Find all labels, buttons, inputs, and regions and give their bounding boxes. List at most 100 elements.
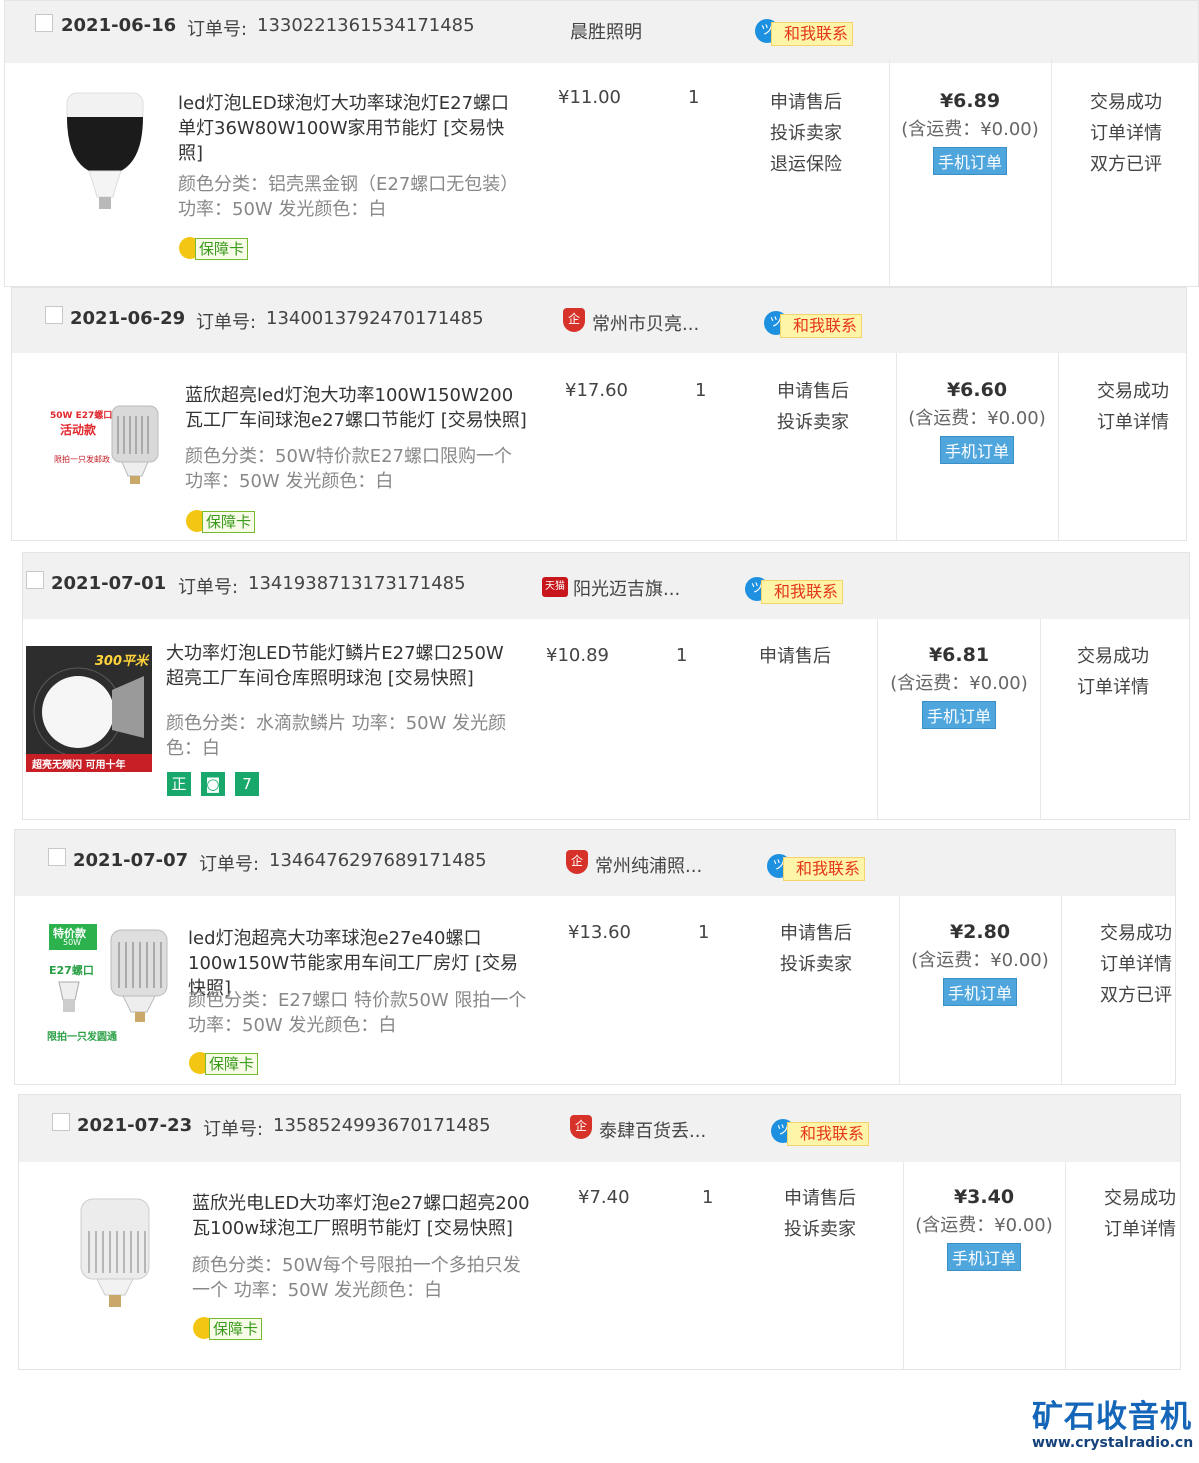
shop-name-link[interactable]: 常州市贝亮...: [592, 310, 699, 336]
order-checkbox[interactable]: [26, 571, 44, 589]
product-thumbnail[interactable]: [75, 1195, 155, 1315]
order-number-label: 订单号:: [203, 1119, 264, 1140]
seven-day-return-icon[interactable]: 7: [235, 772, 259, 796]
guarantee-badge[interactable]: 保障卡: [189, 1052, 273, 1075]
status-text: 交易成功: [1100, 923, 1172, 944]
total-amount: ¥2.80: [949, 921, 1011, 943]
mobile-order-tag: 手机订单: [921, 701, 996, 729]
shipping-fee: (含运费：¥0.00): [908, 408, 1046, 429]
order-details-link[interactable]: 订单详情: [1090, 118, 1162, 149]
guarantee-badge[interactable]: 保障卡: [186, 510, 270, 533]
product-attributes: 颜色分类：铝壳黑金钢（E27螺口无包装） 功率：50W 发光颜色：白: [178, 174, 519, 220]
column-divider: [1051, 59, 1052, 286]
order-checkbox[interactable]: [52, 1113, 70, 1131]
status-text: 交易成功: [1097, 381, 1169, 402]
status-text: 交易成功: [1090, 92, 1162, 113]
order-header: 2021-07-07 订单号: 1346476297689171485 企 常州…: [15, 830, 1175, 896]
product-attributes: 颜色分类：50W每个号限拍一个多拍只发一个 功率：50W 发光颜色：白: [192, 1255, 521, 1301]
order-total: ¥6.60 (含运费：¥0.00) 手机订单: [897, 376, 1057, 464]
order-date: 2021-06-16: [61, 15, 177, 36]
product-attributes: 颜色分类：水滴款鳞片 功率：50W 发光颜色：白: [166, 713, 507, 759]
order-details-link[interactable]: 订单详情: [1104, 1214, 1176, 1245]
review-status: 双方已评: [1100, 985, 1172, 1006]
apply-after-sales-link[interactable]: 申请售后: [770, 87, 842, 118]
thumb-caption: 50W E27螺口: [50, 411, 113, 421]
shop-name-link[interactable]: 阳光迈吉旗...: [573, 575, 680, 601]
warranty-badge-icon[interactable]: ◙: [201, 772, 225, 796]
complain-seller-link[interactable]: 投诉卖家: [780, 949, 852, 980]
site-watermark: 矿石收音机 www.crystalradio.cn: [1032, 1400, 1194, 1452]
apply-after-sales-link[interactable]: 申请售后: [759, 641, 831, 672]
product-thumbnail[interactable]: 50W E27螺口 活动款 限拍一只发邮政: [50, 396, 170, 496]
product-thumbnail[interactable]: 特价款 50W E27螺口 限拍一只发圆通: [45, 922, 175, 1048]
order-checkbox[interactable]: [45, 306, 63, 324]
order-card: 2021-07-07 订单号: 1346476297689171485 企 常州…: [14, 829, 1176, 1085]
thumb-caption: 限拍一只发邮政: [54, 455, 110, 464]
enterprise-shop-icon: 企: [566, 850, 588, 874]
complain-seller-link[interactable]: 投诉卖家: [770, 118, 842, 149]
product-title-link[interactable]: 大功率灯泡LED节能灯鳞片E27螺口250W超亮工厂车间仓库照明球泡 [交易快照…: [166, 641, 511, 691]
shipping-fee: (含运费：¥0.00): [890, 673, 1028, 694]
shipping-fee: (含运费：¥0.00): [911, 950, 1049, 971]
shop-name-link[interactable]: 晨胜照明: [570, 18, 642, 44]
thumb-caption: E27螺口: [49, 964, 94, 977]
total-amount: ¥6.60: [946, 379, 1008, 401]
unit-price: ¥10.89: [546, 645, 609, 666]
order-header: 2021-07-01 订单号: 1341938713173171485 天猫 阳…: [23, 553, 1189, 619]
mobile-order-tag: 手机订单: [942, 978, 1017, 1006]
order-details-link[interactable]: 订单详情: [1100, 949, 1172, 980]
guarantee-badge[interactable]: 保障卡: [193, 1317, 277, 1340]
order-status: 交易成功 订单详情: [1097, 376, 1169, 438]
column-divider: [1058, 353, 1059, 540]
after-sales-links: 申请售后: [759, 641, 831, 672]
total-amount: ¥3.40: [953, 1186, 1015, 1208]
thumb-caption: 活动款: [60, 423, 97, 437]
complain-seller-link[interactable]: 投诉卖家: [777, 407, 849, 438]
quantity: 1: [688, 87, 700, 108]
shipping-fee: (含运费：¥0.00): [901, 119, 1039, 140]
contact-label: 和我联系: [780, 314, 863, 338]
column-divider: [1065, 1162, 1066, 1369]
order-checkbox[interactable]: [35, 14, 53, 32]
service-badges: 正 ◙ 7: [167, 772, 269, 796]
order-details-link[interactable]: 订单详情: [1077, 672, 1149, 703]
genuine-badge-icon[interactable]: 正: [167, 772, 191, 796]
watermark-url: www.crystalradio.cn: [1032, 1435, 1194, 1451]
apply-after-sales-link[interactable]: 申请售后: [780, 918, 852, 949]
product-thumbnail[interactable]: [59, 89, 151, 214]
return-insurance-link[interactable]: 退运保险: [770, 149, 842, 180]
shipping-fee: (含运费：¥0.00): [915, 1215, 1053, 1236]
contact-label: 和我联系: [783, 857, 866, 881]
product-attributes: 颜色分类：50W特价款E27螺口限购一个 功率：50W 发光颜色：白: [185, 446, 512, 492]
shop-name-link[interactable]: 常州纯浦照...: [595, 852, 702, 878]
thumb-caption: 超亮无频闪 可用十年: [32, 760, 126, 771]
mobile-order-tag: 手机订单: [946, 1243, 1021, 1271]
product-title-link[interactable]: led灯泡LED球泡灯大功率球泡灯E27螺口单灯36W80W100W家用节能灯 …: [178, 91, 523, 166]
total-amount: ¥6.89: [939, 90, 1001, 112]
after-sales-links: 申请售后 投诉卖家: [777, 376, 849, 438]
order-card: 2021-06-16 订单号: 1330221361534171485 晨胜照明…: [4, 0, 1199, 287]
total-amount: ¥6.81: [928, 644, 990, 666]
contact-label: 和我联系: [761, 580, 844, 604]
order-date: 2021-06-29: [70, 308, 186, 329]
apply-after-sales-link[interactable]: 申请售后: [784, 1183, 856, 1214]
apply-after-sales-link[interactable]: 申请售后: [777, 376, 849, 407]
shop-name-link[interactable]: 泰肆百货丢...: [599, 1117, 706, 1143]
product-title-link[interactable]: 蓝欣光电LED大功率灯泡e27螺口超亮200瓦100w球泡工厂照明节能灯 [交易…: [192, 1191, 537, 1241]
thumb-caption: 50W: [63, 938, 82, 947]
unit-price: ¥7.40: [578, 1187, 630, 1208]
order-date: 2021-07-01: [51, 573, 167, 594]
guarantee-badge[interactable]: 保障卡: [179, 237, 263, 260]
after-sales-links: 申请售后 投诉卖家: [784, 1183, 856, 1245]
order-details-link[interactable]: 订单详情: [1097, 407, 1169, 438]
column-divider: [1040, 619, 1041, 819]
product-title-link[interactable]: 蓝欣超亮led灯泡大功率100W150W200瓦工厂车间球泡e27螺口节能灯 […: [185, 383, 530, 433]
order-checkbox[interactable]: [48, 848, 66, 866]
product-thumbnail[interactable]: 300平米 超亮无频闪 可用十年: [26, 646, 152, 772]
mobile-order-tag: 手机订单: [939, 436, 1014, 464]
enterprise-shop-icon: 企: [570, 1115, 592, 1139]
after-sales-links: 申请售后 投诉卖家: [780, 918, 852, 980]
order-header: 2021-07-23 订单号: 1358524993670171485 企 泰肆…: [19, 1095, 1180, 1162]
order-status: 交易成功 订单详情 双方已评: [1100, 918, 1172, 1011]
complain-seller-link[interactable]: 投诉卖家: [784, 1214, 856, 1245]
